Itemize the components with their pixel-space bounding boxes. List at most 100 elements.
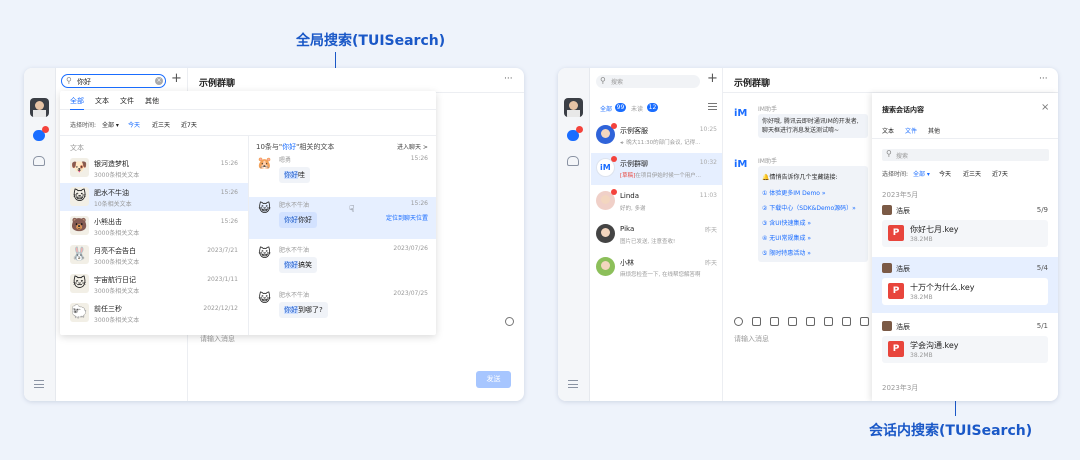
file-size: 38.2MB <box>910 352 933 359</box>
conversation-time: 11:03 <box>699 192 717 199</box>
result-name: 月亮不会告白 <box>94 247 136 255</box>
panel-search-input[interactable]: ⚲ 搜索 <box>882 149 1049 161</box>
time-filter-all[interactable]: 全部 ▾ <box>102 120 119 129</box>
contacts-icon-2[interactable] <box>567 156 579 166</box>
result-count: 3000条相关文本 <box>94 288 140 295</box>
file-card[interactable]: P 你好七月.key 38.2MB <box>882 220 1048 247</box>
message-result[interactable]: 🐹 嗯勇 15:26 你好哇 <box>249 152 436 194</box>
close-icon[interactable]: × <box>1041 102 1049 113</box>
menu-icon-2[interactable] <box>568 380 578 388</box>
search-result-item[interactable]: 😺 肥水不牛油 10条相关文本 15:26 <box>60 183 248 211</box>
locate-message-link[interactable]: 定位到聊天位置 <box>386 213 428 222</box>
conversation-item[interactable]: 示例客服 10:25 ◂· 晚大11:30的部门会议, 记得... <box>591 120 722 152</box>
more-icon-2[interactable]: ··· <box>1039 74 1048 84</box>
chat-title-2: 示例群聊 <box>734 79 771 89</box>
ppt-file-icon: P <box>888 341 904 357</box>
search-result-item[interactable]: 🐑 前任三秒 3000条相关文本 2022/12/12 <box>60 299 248 327</box>
result-index: 5/4 <box>1036 264 1048 272</box>
conv-search-input[interactable]: ⚲ 搜索 <box>596 75 700 88</box>
call-icon[interactable] <box>842 317 851 326</box>
file-icon[interactable] <box>788 317 797 326</box>
sender-name: 浩辰 <box>896 323 910 331</box>
filter-all[interactable]: 全部 <box>600 104 612 113</box>
bot-link[interactable]: ② 下载中心（SDK&Demo源码）» <box>762 203 856 212</box>
image-icon[interactable] <box>752 317 761 326</box>
tab-text[interactable]: 文本 <box>95 96 109 106</box>
time-filter-7days[interactable]: 近7天 <box>181 120 197 129</box>
unread-count-badge: 12 <box>647 103 658 112</box>
bot-link[interactable]: ④ 无UI常规集成 » <box>762 233 811 242</box>
screenshot-icon[interactable] <box>860 317 869 326</box>
panel-time-3days[interactable]: 近三天 <box>963 169 981 178</box>
add-button[interactable]: + <box>171 71 182 86</box>
time-filter-today[interactable]: 今天 <box>128 120 140 129</box>
message-input-2[interactable]: 请输入消息 <box>734 334 769 344</box>
panel-tab-other[interactable]: 其他 <box>928 126 940 135</box>
panel-time-7days[interactable]: 近7天 <box>992 169 1008 178</box>
file-result[interactable]: 浩辰 5/4 P 十万个为什么.key 38.2MB <box>872 257 1058 313</box>
folder-icon[interactable] <box>806 317 815 326</box>
date-header-2: 2023年3月 <box>882 384 919 392</box>
user-avatar-2[interactable] <box>564 98 583 117</box>
enter-chat-link[interactable]: 进入聊天 > <box>397 142 428 151</box>
result-time: 2022/12/12 <box>203 305 238 312</box>
time-filter-3days[interactable]: 近三天 <box>152 120 170 129</box>
search-result-item[interactable]: 🐶 银河造梦机 3000条相关文本 15:26 <box>60 154 248 182</box>
search-tabs: 全部 文本 文件 其他 <box>60 91 436 110</box>
search-result-item[interactable]: 🐱 宇宙航行日记 3000条相关文本 2023/1/11 <box>60 270 248 298</box>
result-time: 2023/1/11 <box>207 276 238 283</box>
conversation-name: 小林 <box>620 259 634 267</box>
search-input[interactable]: ⚲ 你好 × <box>61 74 166 88</box>
result-time: 15:26 <box>220 189 238 196</box>
emoji-icon[interactable] <box>734 317 743 326</box>
bot-link[interactable]: ③ 含UI快速集成 » <box>762 218 811 227</box>
chat-icon[interactable] <box>33 126 49 141</box>
links-intro: 🔔情悄告诉你几个宝藏链接: <box>762 174 838 181</box>
filter-unread[interactable]: 未读 <box>631 104 643 113</box>
file-card[interactable]: P 十万个为什么.key 38.2MB <box>882 278 1048 305</box>
add-button-2[interactable]: + <box>707 71 718 86</box>
menu-icon[interactable] <box>34 380 44 388</box>
conversation-item[interactable]: iM 示例群聊 10:32 [草稿]在项目伊始时候一个用户... <box>591 153 722 185</box>
tab-file[interactable]: 文件 <box>120 96 134 106</box>
keyword-highlight: 你好 <box>284 261 298 269</box>
message-time: 2023/07/25 <box>393 290 428 297</box>
bot-link[interactable]: ⑤ 限时特惠活动 » <box>762 248 811 257</box>
message-avatar: 😺 <box>258 246 271 260</box>
face-icon <box>601 195 610 204</box>
keyword-highlight: 你好 <box>284 306 298 314</box>
message-result[interactable]: 😺 肥水不牛油 2023/07/25 你好到哪了? <box>249 287 436 329</box>
file-result[interactable]: 浩辰 5/1 P 学会沟通.key 38.2MB <box>872 315 1058 371</box>
panel-time-today[interactable]: 今天 <box>939 169 951 178</box>
conversation-item[interactable]: Pika 昨天 图片已发送, 注意查收! <box>591 219 722 251</box>
contacts-icon[interactable] <box>33 156 45 166</box>
conversation-item[interactable]: 小林 昨天 麻烦您检查一下, 在线帮您解答啊 <box>591 252 722 284</box>
video-icon[interactable] <box>770 317 779 326</box>
search-result-item[interactable]: 🐻 小熊出击 3000条相关文本 15:26 <box>60 212 248 240</box>
bot-avatar-2: iM <box>734 159 748 170</box>
tab-all[interactable]: 全部 <box>70 96 84 110</box>
message-result[interactable]: 😺 肥水不牛油 15:26 你好你好 定位到聊天位置 <box>249 197 436 239</box>
conversation-item[interactable]: Linda 11:03 好的, 多谢 <box>591 186 722 218</box>
toolbar-clock-icon[interactable] <box>505 317 514 326</box>
message-input[interactable]: 请输入消息 <box>200 334 235 344</box>
list-menu-icon[interactable] <box>708 103 717 110</box>
chat-icon-2[interactable] <box>567 126 583 141</box>
panel-tab-text[interactable]: 文本 <box>882 126 894 135</box>
panel-title: 搜索会话内容 <box>882 106 924 114</box>
conversation-time: 10:32 <box>699 159 717 166</box>
message-result[interactable]: 😺 肥水不牛油 2023/07/26 你好搞笑 <box>249 242 436 284</box>
message-avatar: 😺 <box>258 201 271 215</box>
send-button[interactable]: 发送 <box>476 371 511 388</box>
edit-icon[interactable] <box>824 317 833 326</box>
panel-time-all[interactable]: 全部 ▾ <box>913 169 930 178</box>
user-avatar[interactable] <box>30 98 49 117</box>
bot-link[interactable]: ① 体验更多IM Demo » <box>762 188 826 197</box>
clear-icon[interactable]: × <box>155 77 163 85</box>
more-icon[interactable]: ··· <box>504 74 513 84</box>
file-card[interactable]: P 学会沟通.key 38.2MB <box>882 336 1048 363</box>
search-result-item[interactable]: 🐰 月亮不会告白 3000条相关文本 2023/7/21 <box>60 241 248 269</box>
tab-other[interactable]: 其他 <box>145 96 159 106</box>
ppt-file-icon: P <box>888 225 904 241</box>
file-result[interactable]: 浩辰 5/9 P 你好七月.key 38.2MB <box>872 199 1058 255</box>
